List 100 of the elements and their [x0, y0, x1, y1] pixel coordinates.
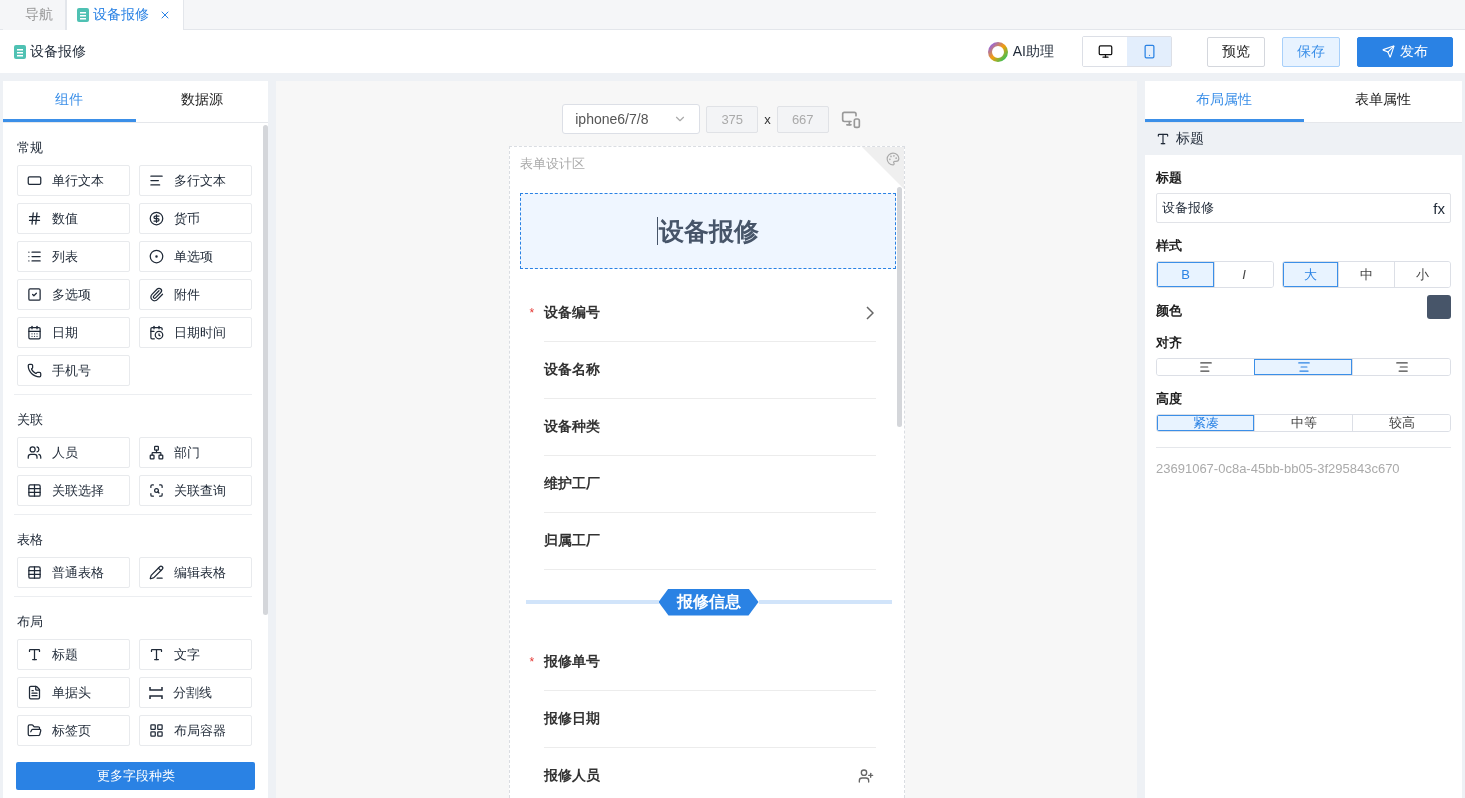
number-icon [27, 211, 42, 226]
phone-icon [1141, 44, 1157, 59]
document-icon [77, 8, 89, 22]
component-item[interactable]: 编辑表格 [139, 557, 252, 588]
form-title[interactable]: 设备报修 [519, 193, 896, 269]
field-label: 设备编号 [543, 304, 601, 322]
lines-icon [149, 173, 164, 188]
align-option[interactable] [1254, 359, 1352, 375]
area-label: 表单设计区 [519, 156, 585, 171]
form-field-row[interactable]: 设备名称 [543, 342, 876, 399]
property-label: 样式 [1156, 237, 1183, 255]
component-item[interactable]: 标签页 [17, 715, 130, 746]
group-title: 关联 [16, 411, 44, 429]
component-item[interactable]: 货币 [139, 203, 252, 234]
paperclip-icon [149, 287, 164, 302]
property-label: 颜色 [1156, 302, 1182, 320]
send-icon [1382, 45, 1395, 58]
property-label: 对齐 [1156, 334, 1183, 352]
field-label: 维护工厂 [543, 475, 601, 493]
user-icon [27, 445, 42, 460]
panel-tab[interactable]: 表单属性 [1303, 81, 1462, 122]
component-item[interactable]: 分割线 [139, 677, 252, 708]
device-select[interactable]: iphone6/7/8 [562, 104, 701, 134]
align-center-icon [1296, 360, 1311, 374]
title-input[interactable]: 设备报修 fx [1156, 193, 1451, 223]
document-icon [14, 44, 26, 59]
component-item[interactable]: 附件 [139, 279, 252, 310]
palette-icon[interactable] [885, 152, 900, 166]
align-left-icon [1198, 360, 1213, 374]
component-item[interactable]: 布局容器 [139, 715, 252, 746]
style-option[interactable]: 小 [1393, 262, 1450, 287]
component-item[interactable]: 关联查询 [139, 475, 252, 506]
align-option[interactable] [1352, 359, 1450, 375]
form-field-row[interactable]: 维护工厂 [543, 456, 876, 513]
group-title: 布局 [16, 613, 44, 631]
component-item[interactable]: 多行文本 [139, 165, 252, 196]
form-field-row[interactable]: 设备种类 [543, 399, 876, 456]
user-add-icon[interactable] [857, 768, 874, 784]
close-icon[interactable] [159, 9, 171, 21]
component-item[interactable]: 标题 [17, 639, 130, 670]
component-item[interactable]: 日期 [17, 317, 130, 348]
calendar-clock-icon [149, 325, 164, 340]
required-mark: * [529, 655, 535, 669]
align-right-icon [1394, 360, 1409, 374]
style-segmented-control[interactable]: 大 中 小 [1281, 261, 1451, 288]
component-item[interactable]: 日期时间 [139, 317, 252, 348]
scrollbar[interactable] [263, 125, 268, 615]
ai-assistant-button[interactable]: AI助理 [986, 40, 1054, 63]
text-icon [1156, 132, 1170, 146]
group-title: 常规 [16, 139, 44, 157]
table-icon [27, 483, 42, 498]
dollar-icon [149, 211, 164, 226]
required-mark: * [529, 306, 535, 320]
component-item[interactable]: 单据头 [17, 677, 130, 708]
formula-button[interactable]: fx [1433, 199, 1445, 217]
form-field-row[interactable]: 归属工厂 [543, 513, 876, 570]
list-icon [27, 249, 42, 264]
panel-tab[interactable]: 组件 [3, 81, 136, 122]
component-item[interactable]: 数值 [17, 203, 130, 234]
component-item[interactable]: 部门 [139, 437, 252, 468]
form-field-row[interactable]: 报修人员 [543, 748, 876, 798]
component-item[interactable]: 单行文本 [17, 165, 130, 196]
component-item[interactable]: 文字 [139, 639, 252, 670]
property-label: 标题 [1156, 169, 1183, 187]
text-icon [149, 647, 164, 662]
field-label: 报修单号 [543, 653, 601, 671]
panel-tab[interactable]: 数据源 [135, 81, 268, 122]
height-option[interactable]: 较高 [1352, 415, 1450, 431]
property-label: 高度 [1156, 390, 1183, 408]
size-separator: x [764, 111, 771, 127]
scrollbar[interactable] [897, 187, 902, 427]
publish-button[interactable]: 发布 [1357, 36, 1453, 67]
component-item[interactable]: 关联选择 [17, 475, 130, 506]
height-option[interactable]: 紧凑 [1157, 415, 1254, 431]
component-item[interactable]: 单选项 [139, 241, 252, 272]
grid-icon [149, 723, 164, 738]
color-swatch[interactable] [1427, 295, 1451, 319]
component-item[interactable]: 列表 [17, 241, 130, 272]
element-id: 23691067-0c8a-45bb-bb05-3f295843c670 [1156, 447, 1451, 476]
chevron-right-icon [865, 306, 874, 320]
style-option[interactable]: 大 [1282, 262, 1338, 287]
form-field-row[interactable]: 报修日期 [543, 691, 876, 748]
height-segmented-control[interactable]: 紧凑 中等 较高 [1156, 414, 1451, 432]
search-frame-icon [149, 483, 164, 498]
style-option[interactable]: I [1214, 262, 1273, 287]
component-item[interactable]: 人员 [17, 437, 130, 468]
more-fields-button[interactable]: 更多字段种类 [16, 762, 255, 790]
align-segmented-control[interactable] [1156, 358, 1451, 376]
component-item[interactable]: 手机号 [17, 355, 130, 386]
input-icon [27, 173, 42, 188]
style-segmented-control[interactable]: B I [1156, 261, 1274, 288]
phone-icon [27, 363, 42, 378]
table-icon [27, 565, 42, 580]
page-title: 设备报修 [30, 42, 86, 61]
component-item[interactable]: 普通表格 [17, 557, 130, 588]
preview-button[interactable]: 预览 [1207, 36, 1265, 67]
org-chart-icon [149, 445, 164, 460]
component-item[interactable]: 多选项 [17, 279, 130, 310]
radio-icon [149, 249, 164, 264]
page-tab[interactable]: 设备报修 [66, 0, 184, 30]
